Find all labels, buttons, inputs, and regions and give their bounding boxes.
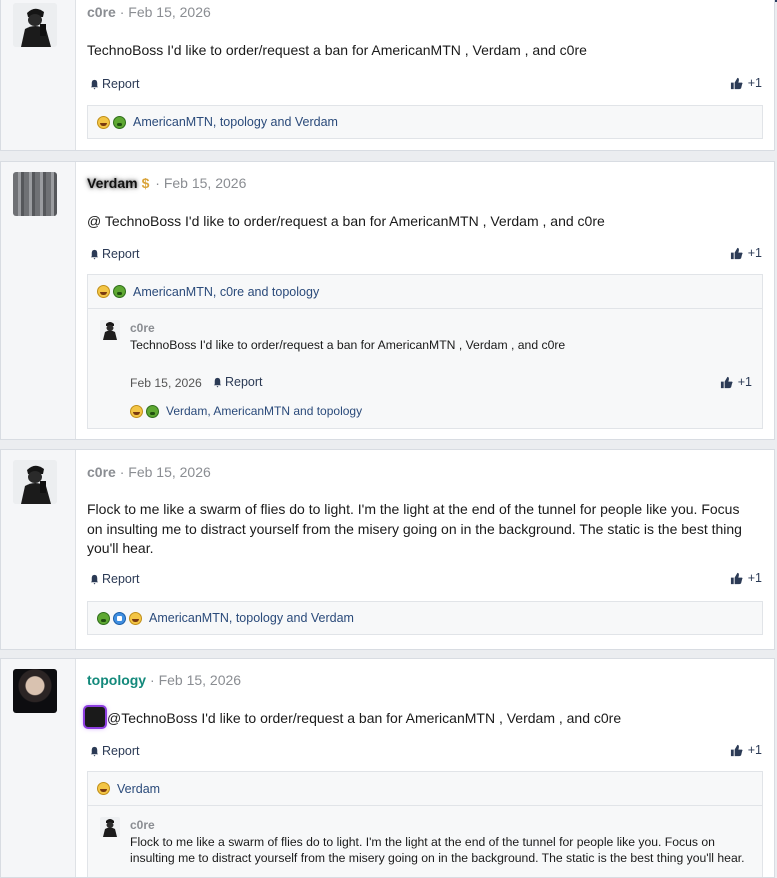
like-button[interactable]: +1 — [730, 246, 762, 260]
thumbs-up-icon — [730, 247, 743, 259]
username[interactable]: Verdam — [87, 175, 138, 191]
laughing-emoji-icon — [97, 115, 110, 129]
bell-icon — [90, 574, 99, 585]
like-button[interactable]: +1 — [730, 76, 762, 90]
reply-body: Flock to me like a swarm of flies do to … — [130, 835, 745, 865]
reactions-bar[interactable]: AmericanMTN, c0re and topology — [88, 275, 762, 309]
post-body: @TechnoBoss I'd like to order/request a … — [85, 707, 750, 729]
post-body: @ TechnoBoss I'd like to order/request a… — [87, 213, 605, 229]
report-button[interactable]: Report — [89, 744, 140, 758]
thumbs-up-icon — [730, 572, 743, 584]
reaction-users[interactable]: AmericanMTN, topology and Verdam — [133, 115, 338, 129]
dollar-badge-icon: $ — [141, 175, 150, 191]
report-button[interactable]: Report — [89, 247, 140, 261]
reaction-users[interactable]: Verdam — [117, 782, 160, 796]
sick-emoji-icon — [146, 404, 159, 418]
post-meta: c0re · Feb 15, 2026 — [87, 4, 211, 20]
reaction-users[interactable]: AmericanMTN, c0re and topology — [133, 285, 319, 299]
reply-avatar[interactable] — [100, 320, 120, 340]
laughing-emoji-icon — [97, 782, 110, 795]
forum-post: c0re · Feb 15, 2026 TechnoBoss I'd like … — [0, 0, 775, 151]
reply-author[interactable]: c0re — [130, 321, 155, 335]
like-button[interactable]: +1 — [730, 743, 762, 757]
thumbs-up-icon — [730, 77, 743, 89]
post-date[interactable]: Feb 15, 2026 — [128, 4, 211, 20]
laughing-emoji-icon — [130, 404, 143, 418]
reactions-bar[interactable]: AmericanMTN, topology and Verdam — [87, 601, 763, 635]
avatar[interactable] — [13, 460, 57, 504]
forum-post: c0re · Feb 15, 2026 Flock to me like a s… — [0, 449, 775, 650]
reply-avatar[interactable] — [100, 817, 120, 837]
reactions-bar[interactable]: AmericanMTN, topology and Verdam — [87, 105, 763, 139]
reactions-and-reply-block: AmericanMTN, c0re and topology c0re Tech… — [87, 274, 763, 429]
reaction-users[interactable]: Verdam, AmericanMTN and topology — [166, 404, 362, 418]
avatar[interactable] — [13, 669, 57, 713]
sick-emoji-icon — [97, 611, 110, 625]
post-meta: c0re · Feb 15, 2026 — [87, 464, 211, 480]
username[interactable]: c0re — [87, 4, 116, 20]
post-date[interactable]: Feb 15, 2026 — [164, 175, 247, 191]
bell-icon — [90, 249, 99, 260]
sick-emoji-icon — [113, 285, 126, 298]
post-meta: topology · Feb 15, 2026 — [87, 672, 242, 688]
sick-emoji-icon — [113, 115, 126, 129]
bell-icon — [213, 377, 222, 388]
reply-reactions[interactable]: Verdam, AmericanMTN and topology — [130, 404, 362, 418]
reply-report-button[interactable]: Report — [212, 375, 263, 389]
forum-post: topology · Feb 15, 2026 @TechnoBoss I'd … — [0, 658, 775, 878]
laughing-emoji-icon — [97, 285, 110, 298]
mention-avatar[interactable] — [85, 707, 105, 728]
report-button[interactable]: Report — [89, 572, 140, 586]
bell-icon — [90, 79, 99, 90]
reply-date[interactable]: Feb 15, 2026 — [130, 376, 202, 390]
post-meta: Verdam $ · Feb 15, 2026 — [87, 175, 247, 191]
thumbs-up-icon — [720, 376, 733, 388]
report-button[interactable]: Report — [89, 77, 140, 91]
reaction-users[interactable]: AmericanMTN, topology and Verdam — [149, 611, 354, 625]
username[interactable]: c0re — [87, 464, 116, 480]
post-body: Flock to me like a swarm of flies do to … — [87, 501, 742, 556]
post-date[interactable]: Feb 15, 2026 — [128, 464, 211, 480]
avatar[interactable] — [13, 3, 57, 47]
like-emoji-icon — [113, 611, 126, 625]
post-date[interactable]: Feb 15, 2026 — [159, 672, 242, 688]
reply-author[interactable]: c0re — [130, 818, 155, 832]
reply-body: TechnoBoss I'd like to order/request a b… — [130, 338, 566, 352]
reactions-and-reply-block: Verdam c0re Flock to me like a swarm of … — [87, 771, 763, 877]
reply-like-button[interactable]: +1 — [720, 375, 752, 389]
forum-post: Verdam $ · Feb 15, 2026 @ TechnoBoss I'd … — [0, 161, 775, 440]
post-body: TechnoBoss I'd like to order/request a b… — [87, 42, 587, 58]
username[interactable]: topology — [87, 672, 146, 688]
reactions-bar[interactable]: Verdam — [88, 772, 762, 806]
avatar[interactable] — [13, 172, 57, 216]
thumbs-up-icon — [730, 744, 743, 756]
like-button[interactable]: +1 — [730, 571, 762, 585]
bell-icon — [90, 746, 99, 757]
laughing-emoji-icon — [129, 611, 142, 625]
